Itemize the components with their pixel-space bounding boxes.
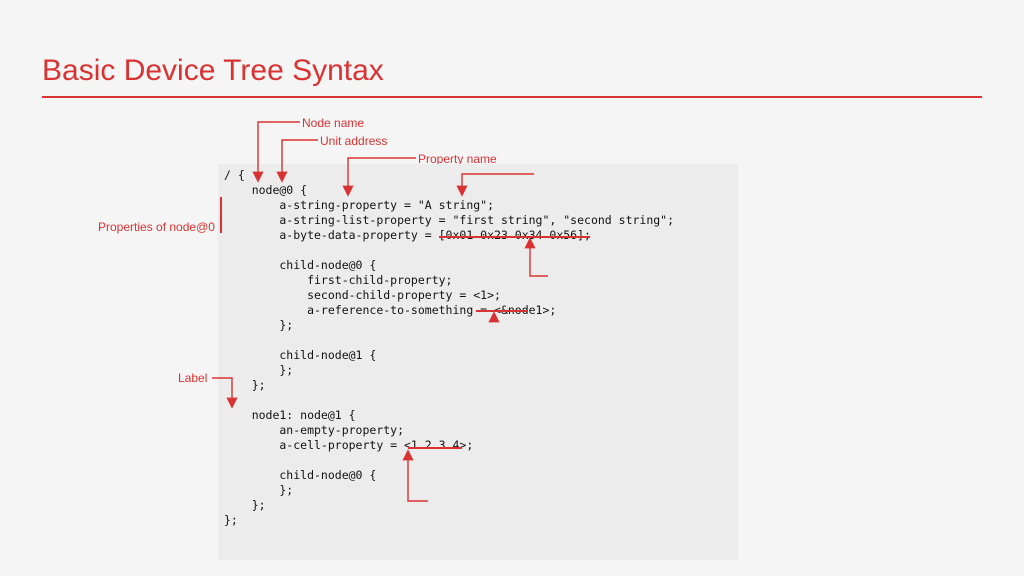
ann-properties-of: Properties of node@0 bbox=[98, 220, 215, 234]
ann-label: Label bbox=[178, 371, 207, 385]
slide-title: Basic Device Tree Syntax bbox=[42, 54, 384, 88]
slide: Basic Device Tree Syntax Node name Unit … bbox=[0, 0, 1024, 576]
title-rule bbox=[42, 96, 982, 98]
ann-unit-address: Unit address bbox=[320, 134, 387, 148]
code-block: / { node@0 { a-string-property = "A stri… bbox=[218, 164, 738, 560]
ann-node-name: Node name bbox=[302, 116, 364, 130]
